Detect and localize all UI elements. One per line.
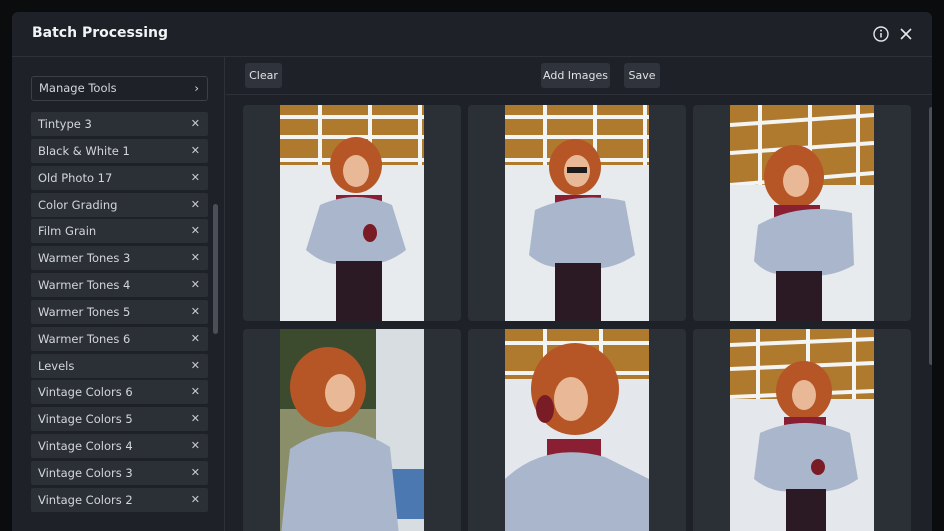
tool-item[interactable]: Warmer Tones 4 ✕ (31, 273, 208, 298)
remove-tool-icon[interactable]: ✕ (191, 112, 200, 136)
tool-item[interactable]: Old Photo 17 ✕ (31, 165, 208, 190)
info-icon[interactable] (872, 25, 890, 43)
tool-item[interactable]: Warmer Tones 3 ✕ (31, 246, 208, 271)
remove-tool-icon[interactable]: ✕ (191, 354, 200, 378)
tool-item[interactable]: Levels ✕ (31, 353, 208, 378)
tool-item-label: Vintage Colors 6 (38, 385, 133, 400)
tool-item[interactable]: Black & White 1 ✕ (31, 138, 208, 163)
remove-tool-icon[interactable]: ✕ (191, 300, 200, 324)
tool-item-label: Color Grading (38, 197, 118, 212)
remove-tool-icon[interactable]: ✕ (191, 380, 200, 404)
add-images-button[interactable]: Add Images (541, 63, 610, 88)
tool-item[interactable]: Vintage Colors 2 ✕ (31, 487, 208, 512)
remove-tool-icon[interactable]: ✕ (191, 219, 200, 243)
tool-list: Tintype 3 ✕ Black & White 1 ✕ Old Photo 17 ✕ C… (31, 112, 208, 515)
main-panel: Clear Add Images Save (226, 57, 932, 531)
thumbnail-image (505, 105, 649, 321)
remove-tool-icon[interactable]: ✕ (191, 407, 200, 431)
image-card[interactable] (468, 329, 686, 531)
tool-item[interactable]: Warmer Tones 5 ✕ (31, 299, 208, 324)
tool-item-label: Film Grain (38, 224, 97, 239)
tool-item-label: Vintage Colors 4 (38, 439, 133, 454)
tool-item-label: Warmer Tones 3 (38, 251, 131, 266)
tool-item[interactable]: Vintage Colors 3 ✕ (31, 460, 208, 485)
sidebar-scrollbar[interactable] (213, 204, 218, 334)
image-card[interactable] (693, 329, 911, 531)
thumbnail-image (280, 329, 424, 531)
thumbnail-image (280, 105, 424, 321)
tool-item-label: Warmer Tones 5 (38, 304, 131, 319)
tool-item[interactable]: Warmer Tones 6 ✕ (31, 326, 208, 351)
image-card[interactable] (243, 105, 461, 321)
remove-tool-icon[interactable]: ✕ (191, 193, 200, 217)
remove-tool-icon[interactable]: ✕ (191, 327, 200, 351)
thumbnail-image (505, 329, 649, 531)
chevron-right-icon: › (194, 81, 199, 95)
tool-item-label: Vintage Colors 5 (38, 412, 133, 427)
tool-item-label: Vintage Colors 3 (38, 465, 133, 480)
tool-item[interactable]: Vintage Colors 5 ✕ (31, 407, 208, 432)
title-bar: Batch Processing (12, 12, 932, 57)
remove-tool-icon[interactable]: ✕ (191, 166, 200, 190)
manage-tools-button[interactable]: Manage Tools › (31, 76, 208, 101)
clear-button[interactable]: Clear (245, 63, 282, 88)
grid-scrollbar[interactable] (929, 107, 932, 365)
dialog-title: Batch Processing (32, 25, 168, 41)
batch-processing-dialog: Batch Processing Manage Tools › Tintype … (12, 12, 932, 531)
image-card[interactable] (693, 105, 911, 321)
tool-item[interactable]: Color Grading ✕ (31, 192, 208, 217)
tool-item[interactable]: Vintage Colors 4 ✕ (31, 434, 208, 459)
image-card[interactable] (468, 105, 686, 321)
remove-tool-icon[interactable]: ✕ (191, 246, 200, 270)
tool-item-label: Levels (38, 358, 75, 373)
save-button[interactable]: Save (624, 63, 660, 88)
image-card[interactable] (243, 329, 461, 531)
thumbnail-image (730, 105, 874, 321)
tool-item-label: Black & White 1 (38, 143, 130, 158)
toolbar: Clear Add Images Save (226, 57, 932, 95)
tool-item-label: Warmer Tones 6 (38, 331, 131, 346)
tool-item-label: Vintage Colors 2 (38, 492, 133, 507)
tool-item-label: Warmer Tones 4 (38, 278, 131, 293)
tool-item-label: Old Photo 17 (38, 170, 113, 185)
tool-item[interactable]: Vintage Colors 6 ✕ (31, 380, 208, 405)
remove-tool-icon[interactable]: ✕ (191, 461, 200, 485)
thumbnail-image (730, 329, 874, 531)
tool-item-label: Tintype 3 (38, 117, 92, 131)
remove-tool-icon[interactable]: ✕ (191, 488, 200, 512)
tools-sidebar: Manage Tools › Tintype 3 ✕ Black & White 1… (12, 57, 225, 531)
remove-tool-icon[interactable]: ✕ (191, 139, 200, 163)
remove-tool-icon[interactable]: ✕ (191, 273, 200, 297)
tool-item[interactable]: Tintype 3 ✕ (31, 112, 208, 136)
tool-item[interactable]: Film Grain ✕ (31, 219, 208, 244)
remove-tool-icon[interactable]: ✕ (191, 434, 200, 458)
manage-tools-label: Manage Tools (39, 81, 117, 95)
close-icon[interactable] (897, 25, 915, 43)
